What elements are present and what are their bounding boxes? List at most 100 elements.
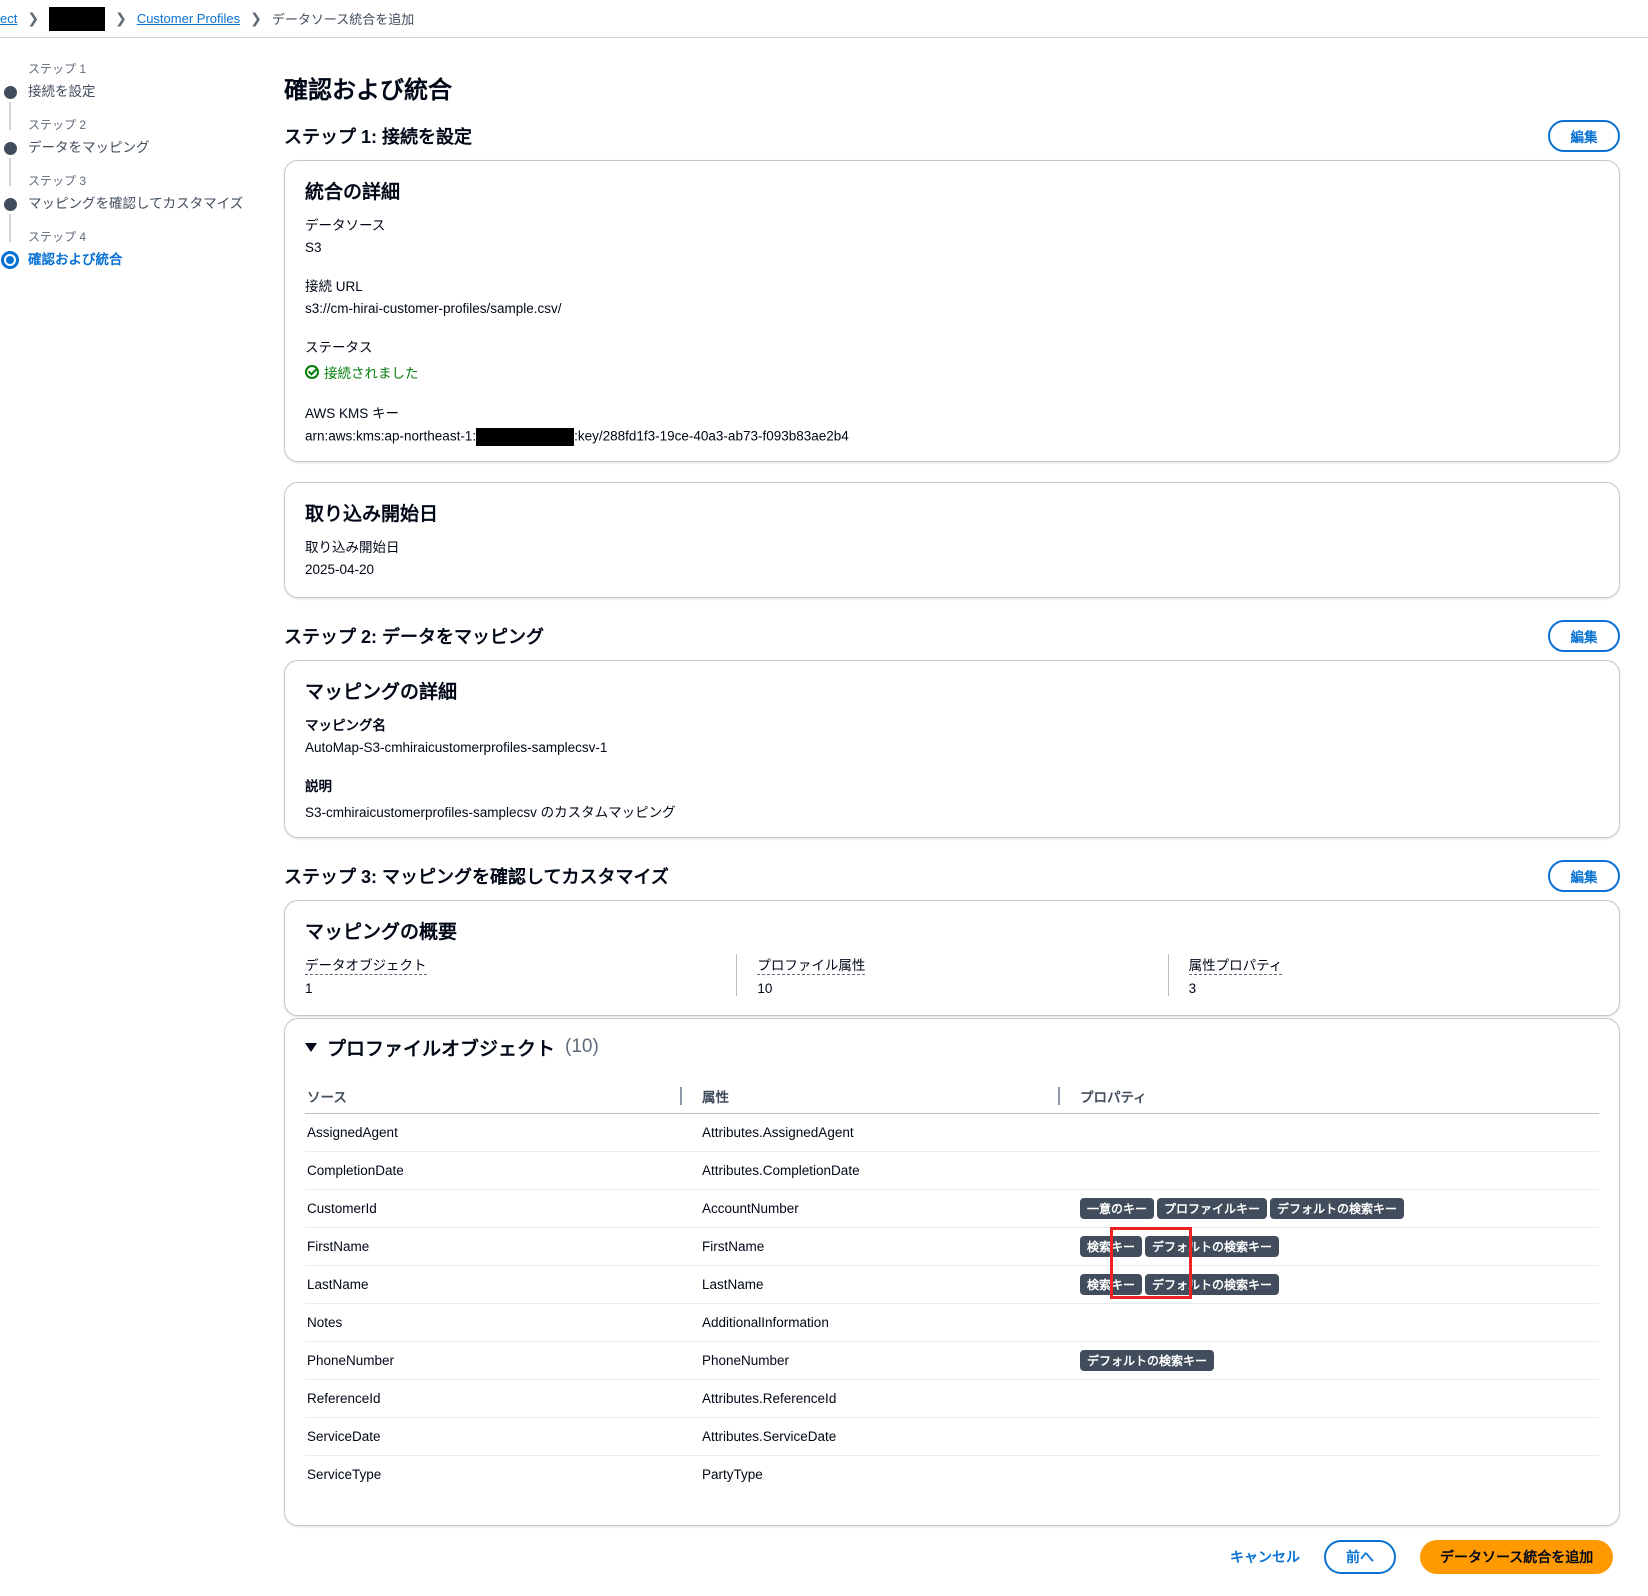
step-complete-icon	[4, 198, 17, 211]
cell-properties: 一意のキー プロファイルキー デフォルトの検索キー	[1078, 1189, 1599, 1228]
cell-attribute: Attributes.AssignedAgent	[700, 1113, 1078, 1152]
breadcrumb: ect ❯ ❯ Customer Profiles ❯ データソース統合を追加	[0, 0, 1648, 38]
card-title: マッピングの詳細	[305, 682, 458, 703]
summary-attribute-properties: 属性プロパティ 3	[1167, 954, 1599, 996]
edit-step2-button[interactable]: 編集	[1548, 620, 1620, 652]
wizard-step-4: ステップ 4 確認および統合	[0, 228, 260, 284]
section-step1-header: ステップ 1: 接続を設定 編集	[284, 116, 1620, 156]
wizard-step-3[interactable]: ステップ 3 マッピングを確認してカスタマイズ	[0, 172, 260, 242]
cell-properties: 検索キー デフォルトの検索キー	[1078, 1227, 1599, 1266]
summary-label[interactable]: データオブジェクト	[305, 954, 427, 975]
field-label: データソース	[305, 218, 386, 233]
step-current-icon	[1, 251, 19, 269]
summary-label[interactable]: プロファイル属性	[757, 954, 866, 975]
profile-objects-expander[interactable]: プロファイルオブジェクト (10)	[305, 1033, 1599, 1061]
cell-properties	[1078, 1417, 1599, 1456]
cell-attribute: AdditionalInformation	[700, 1303, 1078, 1342]
field-label: ステータス	[305, 340, 373, 355]
property-badge: 検索キー	[1080, 1235, 1143, 1257]
check-circle-icon	[305, 365, 319, 379]
section-step2-header: ステップ 2: データをマッピング 編集	[284, 616, 1620, 656]
step-label[interactable]: 接続を設定	[28, 80, 260, 100]
property-badge: プロファイルキー	[1157, 1197, 1268, 1219]
chevron-right-icon: ❯	[250, 10, 262, 26]
wizard-step-1[interactable]: ステップ 1 接続を設定	[0, 60, 260, 130]
cell-properties: 検索キー デフォルトの検索キー	[1078, 1265, 1599, 1304]
cell-properties	[1078, 1151, 1599, 1190]
field-value: s3://cm-hirai-customer-profiles/sample.c…	[305, 301, 562, 316]
field-label: 接続 URL	[305, 279, 363, 294]
cell-properties	[1078, 1113, 1599, 1152]
connection-url-field: 接続 URL s3://cm-hirai-customer-profiles/s…	[305, 275, 1599, 316]
step-complete-icon	[4, 86, 17, 99]
main-content: 確認および統合 ステップ 1: 接続を設定 編集 統合の詳細 データソース S3…	[284, 70, 1620, 1526]
step-number: ステップ 4	[28, 230, 87, 244]
integration-details-card: 統合の詳細 データソース S3 接続 URL s3://cm-hirai-cus…	[284, 160, 1620, 462]
table-row: FirstName FirstName 検索キー デフォルトの検索キー	[305, 1227, 1599, 1266]
cell-attribute: Attributes.ServiceDate	[700, 1417, 1078, 1456]
section-title: プロファイルオブジェクト	[327, 1038, 556, 1060]
column-resizer[interactable]	[680, 1087, 682, 1105]
breadcrumb-link-customer-profiles[interactable]: Customer Profiles	[137, 11, 240, 26]
summary-profile-attributes: プロファイル属性 10	[736, 954, 1167, 996]
cell-source: CompletionDate	[305, 1151, 700, 1190]
summary-label[interactable]: 属性プロパティ	[1188, 954, 1283, 975]
summary-value: 1	[305, 981, 313, 996]
cell-properties	[1078, 1379, 1599, 1418]
cell-source: ReferenceId	[305, 1379, 700, 1418]
table-row: CompletionDate Attributes.CompletionDate	[305, 1151, 1599, 1190]
field-value: 2025-04-20	[305, 562, 375, 577]
step-label: 確認および統合	[28, 252, 123, 267]
card-title: 取り込み開始日	[305, 504, 439, 525]
column-header-source[interactable]: ソース	[305, 1079, 700, 1114]
step-label[interactable]: マッピングを確認してカスタマイズ	[28, 192, 260, 212]
table-row: ServiceDate Attributes.ServiceDate	[305, 1417, 1599, 1456]
step-label[interactable]: データをマッピング	[28, 136, 260, 156]
cancel-button[interactable]: キャンセル	[1230, 1547, 1300, 1567]
redacted-block	[476, 428, 575, 446]
cell-source: AssignedAgent	[305, 1113, 700, 1152]
cell-attribute: AccountNumber	[700, 1189, 1078, 1228]
breadcrumb-current: データソース統合を追加	[271, 12, 415, 27]
cell-properties	[1078, 1303, 1599, 1342]
property-badge: 検索キー	[1080, 1273, 1143, 1295]
property-badge: デフォルトの検索キー	[1145, 1235, 1280, 1257]
section-step3-header: ステップ 3: マッピングを確認してカスタマイズ 編集	[284, 856, 1620, 896]
cell-source: ServiceDate	[305, 1417, 700, 1456]
property-badges: 一意のキー プロファイルキー デフォルトの検索キー	[1080, 1197, 1597, 1219]
property-badge: 一意のキー	[1080, 1197, 1155, 1219]
edit-step1-button[interactable]: 編集	[1548, 120, 1620, 152]
column-header-attribute[interactable]: 属性	[680, 1079, 1078, 1114]
cell-source: CustomerId	[305, 1189, 700, 1228]
previous-button[interactable]: 前へ	[1324, 1540, 1396, 1574]
cell-attribute: PhoneNumber	[700, 1341, 1078, 1380]
property-badges: デフォルトの検索キー	[1080, 1349, 1597, 1371]
status-text: 接続されました	[324, 366, 419, 381]
card-title: 統合の詳細	[305, 182, 401, 203]
mapping-summary-card: マッピングの概要 データオブジェクト 1 プロファイル属性 10 属性プロパティ…	[284, 900, 1620, 1016]
section-title: ステップ 2: データをマッピング	[284, 627, 545, 647]
column-resizer[interactable]	[1058, 1087, 1060, 1105]
column-header-property[interactable]: プロパティ	[1058, 1079, 1599, 1114]
cell-source: ServiceType	[307, 1466, 382, 1482]
add-data-source-integration-button[interactable]: データソース統合を追加	[1420, 1540, 1614, 1574]
table-row: ServiceType PartyType	[305, 1455, 1599, 1493]
wizard-step-2[interactable]: ステップ 2 データをマッピング	[0, 116, 260, 186]
chevron-right-icon: ❯	[115, 10, 127, 26]
edit-step3-button[interactable]: 編集	[1548, 860, 1620, 892]
cell-properties: デフォルトの検索キー	[1078, 1341, 1599, 1380]
table-header-row: ソース 属性 プロパティ	[305, 1079, 1599, 1114]
summary-grid: データオブジェクト 1 プロファイル属性 10 属性プロパティ 3	[305, 954, 1599, 996]
table-row: LastName LastName 検索キー デフォルトの検索キー	[305, 1265, 1599, 1304]
table-row: PhoneNumber PhoneNumber デフォルトの検索キー	[305, 1341, 1599, 1380]
ingestion-date-field: 取り込み開始日 2025-04-20	[305, 536, 1599, 577]
cell-attribute: Attributes.CompletionDate	[700, 1151, 1078, 1190]
ingestion-start-card: 取り込み開始日 取り込み開始日 2025-04-20	[284, 482, 1620, 598]
kms-key-field: AWS KMS キー arn:aws:kms:ap-northeast-1::k…	[305, 402, 1599, 446]
section-title: ステップ 1: 接続を設定	[284, 127, 473, 147]
footer-actions: キャンセル 前へ データソース統合を追加	[1230, 1540, 1614, 1574]
table-row: CustomerId AccountNumber 一意のキー プロファイルキー デフォル…	[305, 1189, 1599, 1228]
datasource-field: データソース S3	[305, 214, 1599, 255]
cell-attribute: LastName	[700, 1265, 1078, 1304]
breadcrumb-link-first[interactable]: ect	[0, 11, 17, 26]
